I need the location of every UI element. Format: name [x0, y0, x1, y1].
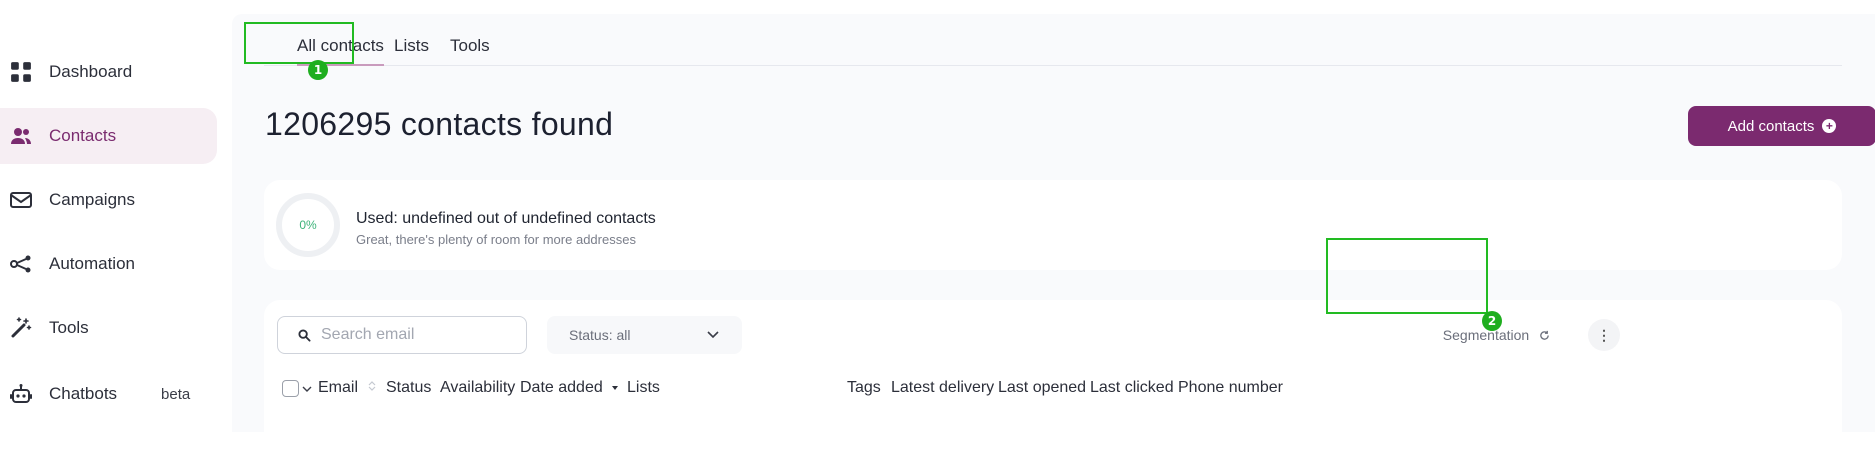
beta-badge: beta — [161, 385, 191, 403]
usage-percent: 0% — [299, 218, 317, 232]
column-header-tags[interactable]: Tags — [847, 379, 881, 397]
annotation-badge-1: 1 — [308, 60, 328, 80]
magic-wand-icon — [10, 317, 32, 339]
sidebar: Dashboard Contacts Campaigns Automation … — [0, 0, 232, 432]
search-icon — [298, 328, 311, 342]
sidebar-item-label: Campaigns — [49, 190, 135, 209]
sidebar-item-tools[interactable]: Tools — [0, 300, 217, 356]
column-label: Last opened — [998, 379, 1087, 396]
sidebar-item-label: Dashboard — [49, 62, 133, 81]
status-dropdown-label: Status: all — [569, 327, 631, 343]
column-header-availability[interactable]: Availability — [440, 379, 515, 397]
add-contacts-label: Add contacts — [1727, 117, 1815, 135]
column-label: Availability — [440, 379, 516, 396]
search-input[interactable] — [321, 326, 511, 344]
tab-tools[interactable]: Tools — [450, 36, 490, 56]
envelope-icon — [10, 189, 32, 211]
column-label: Latest delivery — [891, 379, 995, 396]
column-label: Status — [386, 379, 432, 396]
sort-icon — [369, 381, 376, 391]
column-label: Tags — [847, 379, 881, 396]
sidebar-item-label: Automation — [49, 254, 135, 273]
column-header-latest-delivery[interactable]: Latest delivery — [891, 379, 994, 397]
kebab-icon: ⋮ — [1597, 326, 1611, 343]
column-header-lists[interactable]: Lists — [627, 379, 660, 397]
sidebar-item-label: Contacts — [49, 126, 117, 145]
refresh-icon — [1540, 330, 1550, 340]
annotation-badge-2: 2 — [1482, 311, 1502, 331]
sidebar-item-automation[interactable]: Automation — [0, 236, 217, 292]
more-options-button[interactable]: ⋮ — [1588, 319, 1620, 351]
column-header-date-added[interactable]: Date added — [520, 379, 619, 397]
column-label: Last clicked — [1090, 379, 1174, 396]
column-header-last-opened[interactable]: Last opened — [998, 379, 1086, 397]
status-dropdown[interactable]: Status: all — [547, 316, 742, 354]
people-icon — [10, 125, 32, 147]
column-header-last-clicked[interactable]: Last clicked — [1090, 379, 1174, 397]
column-header-email[interactable]: Email — [318, 379, 376, 397]
column-label: Lists — [627, 379, 660, 396]
column-header-phone-number[interactable]: Phone number — [1178, 379, 1283, 397]
tab-bar: All contacts Lists Tools — [264, 14, 1842, 66]
column-header-status[interactable]: Status — [386, 379, 431, 397]
usage-subtitle: Great, there's plenty of room for more a… — [356, 232, 636, 247]
sort-desc-icon — [612, 386, 619, 390]
usage-title: Used: undefined out of undefined contact… — [356, 210, 656, 227]
robot-icon — [10, 383, 32, 405]
highlight-box-2 — [1326, 238, 1488, 314]
column-label: Date added — [520, 379, 603, 396]
usage-progress-ring: 0% — [276, 193, 340, 257]
column-label: Phone number — [1178, 379, 1283, 396]
usage-card: 0% Used: undefined out of undefined cont… — [264, 180, 1842, 270]
plus-circle-icon: + — [1822, 119, 1837, 133]
chevron-down-icon — [707, 331, 719, 339]
grid-icon — [10, 61, 32, 83]
tab-label: Lists — [394, 36, 429, 55]
column-label: Email — [318, 379, 359, 396]
add-contacts-button[interactable]: Add contacts + — [1688, 106, 1875, 146]
search-box[interactable] — [277, 316, 527, 354]
table-header: Email Status Availability Date added Lis… — [264, 362, 1842, 412]
chevron-down-icon[interactable] — [302, 384, 312, 394]
page-title: 1206295 contacts found — [265, 106, 614, 142]
share-nodes-icon — [10, 253, 32, 275]
tab-lists[interactable]: Lists — [394, 36, 429, 56]
highlight-box-1 — [244, 22, 354, 64]
tab-label: Tools — [450, 36, 490, 55]
sidebar-item-label: Tools — [49, 318, 89, 337]
contacts-list-card: Status: all Segmentation ⋮ Email Status … — [264, 300, 1842, 450]
select-all-checkbox[interactable] — [282, 380, 299, 397]
main-content: All contacts Lists Tools 1 1206295 conta… — [232, 14, 1875, 450]
sidebar-item-chatbots[interactable]: Chatbots beta — [0, 366, 217, 422]
sidebar-item-campaigns[interactable]: Campaigns — [0, 172, 217, 228]
sidebar-item-dashboard[interactable]: Dashboard — [0, 44, 217, 100]
sidebar-item-label: Chatbots — [49, 384, 118, 403]
sidebar-item-contacts[interactable]: Contacts — [0, 108, 217, 164]
